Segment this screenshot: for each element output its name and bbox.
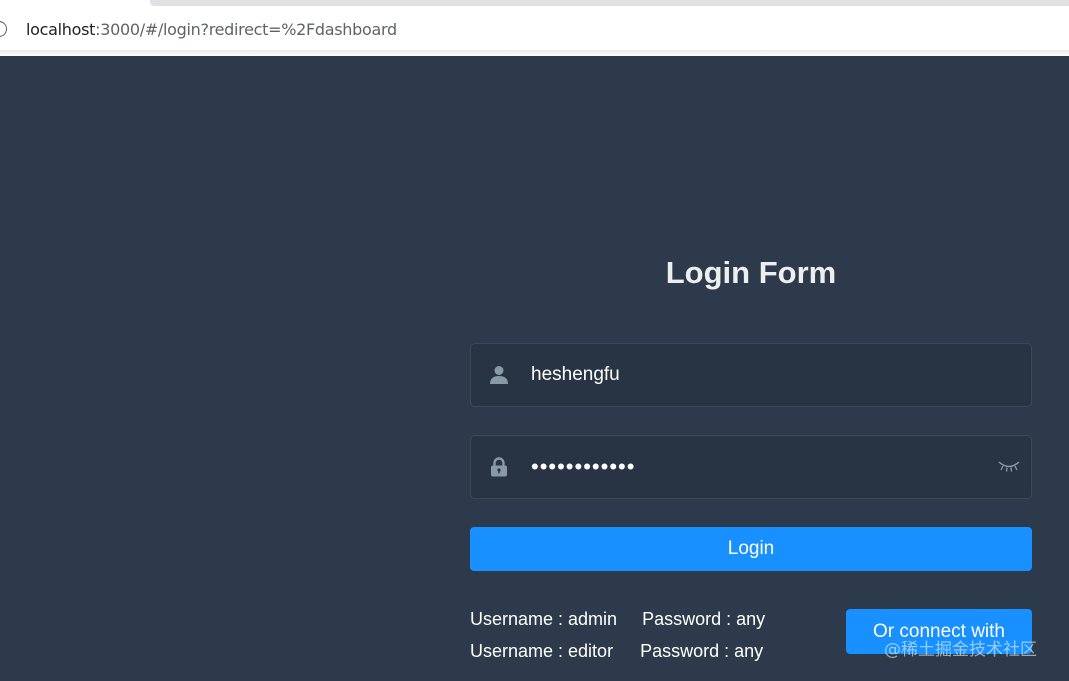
- site-info-icon[interactable]: [0, 21, 7, 37]
- tip-password: Password : any: [642, 609, 766, 629]
- login-page: Login Form Login Username : admin Passwor…: [0, 56, 1069, 681]
- browser-tab[interactable]: [150, 0, 1069, 6]
- address-url[interactable]: localhost:3000/#/login?redirect=%2Fdashb…: [26, 20, 397, 40]
- browser-address-bar[interactable]: localhost:3000/#/login?redirect=%2Fdashb…: [0, 8, 1069, 56]
- password-field[interactable]: [470, 435, 1032, 499]
- login-button[interactable]: Login: [470, 527, 1032, 571]
- watermark: @稀土掘金技术社区: [884, 640, 1037, 660]
- password-input[interactable]: [531, 436, 991, 498]
- credentials-tip: Username : editor Password : any: [470, 640, 763, 662]
- username-field[interactable]: [470, 343, 1032, 407]
- browser-tab-strip: [0, 0, 1069, 8]
- credentials-tip: Username : admin Password : any: [470, 608, 765, 630]
- user-icon: [490, 366, 508, 384]
- eye-closed-icon[interactable]: [998, 459, 1020, 473]
- page-title: Login Form: [665, 255, 837, 290]
- lock-icon: [491, 457, 507, 477]
- url-host: localhost: [26, 20, 96, 39]
- tip-username: Username : admin: [470, 609, 618, 629]
- tip-username: Username : editor: [470, 641, 614, 661]
- username-input[interactable]: [531, 344, 991, 406]
- url-path: :3000/#/login?redirect=%2Fdashboard: [95, 20, 397, 39]
- tip-password: Password : any: [640, 641, 764, 661]
